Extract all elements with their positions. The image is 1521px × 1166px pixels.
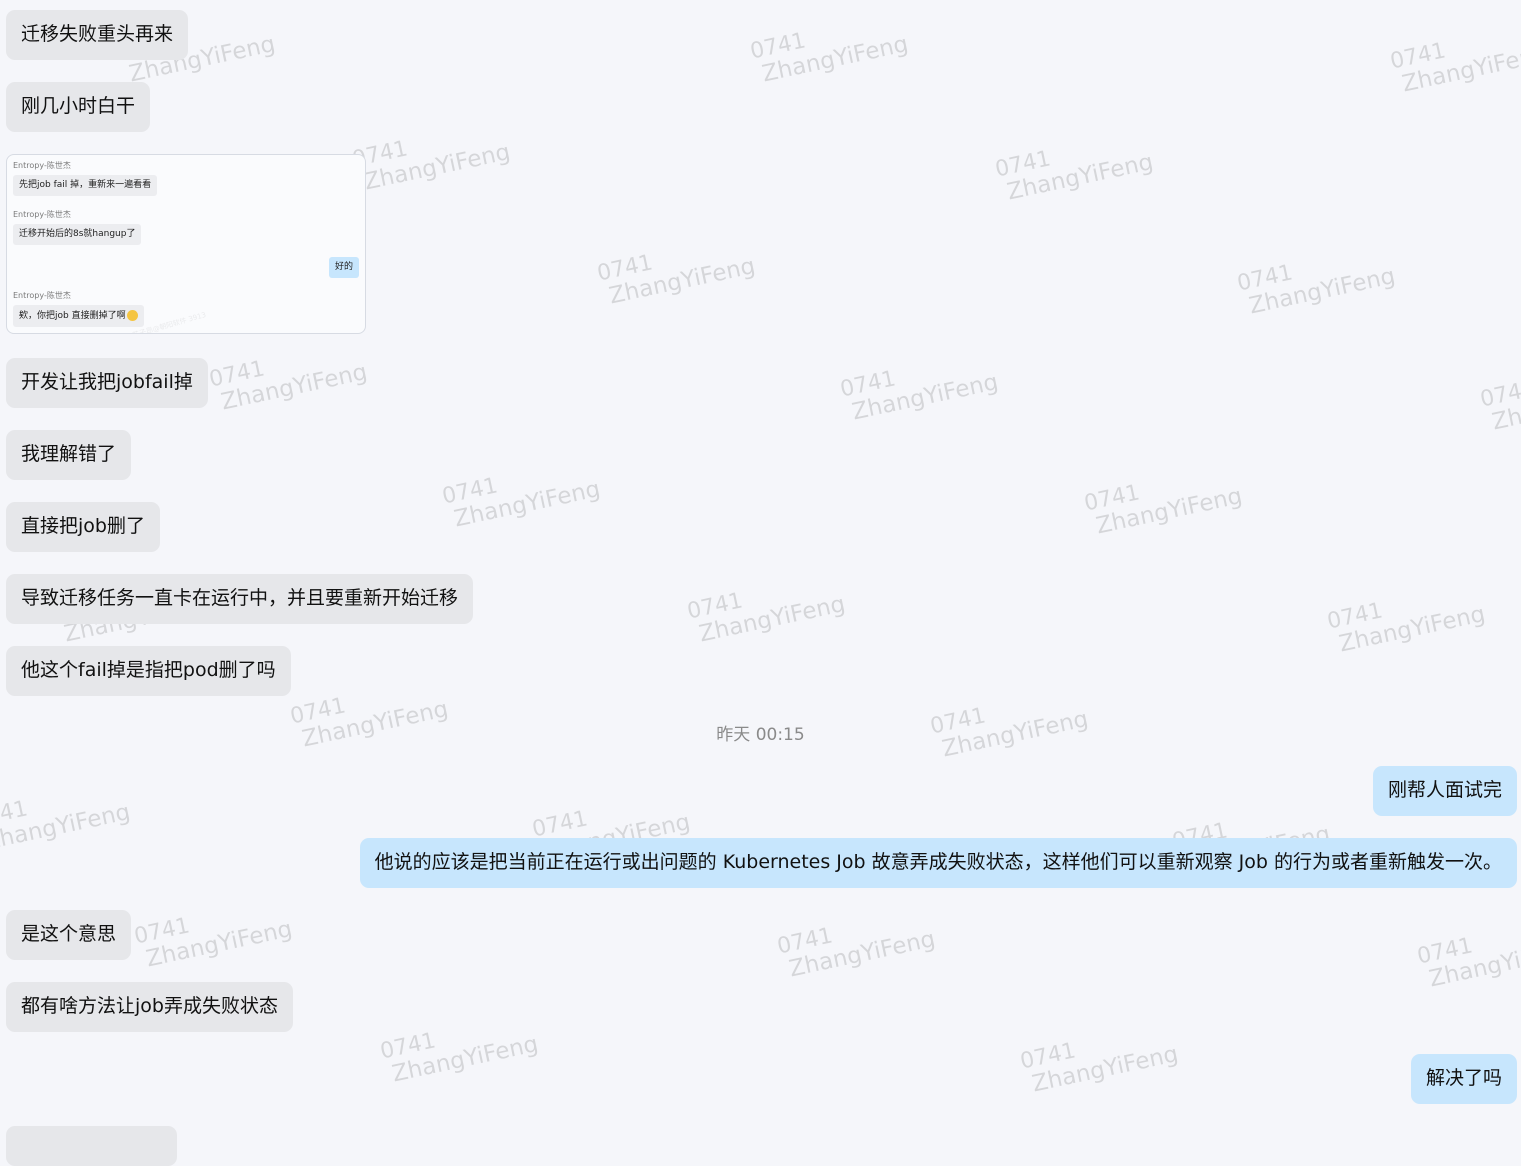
sender-name: Entropy-陈世杰 [13, 161, 71, 170]
embedded-reply: 好的 [328, 257, 359, 278]
message-bubble[interactable]: 解决了吗 [1410, 1054, 1517, 1104]
embedded-message: 迁移开始后的8s就hangup了 [13, 224, 142, 245]
sender-name: Entropy-陈世杰 [13, 291, 71, 300]
timestamp-divider: 昨天 00:15 [716, 725, 805, 745]
message-row: 他这个fail掉是指把pod删了吗 [6, 646, 1517, 696]
message-bubble[interactable]: 是这个意思 [6, 910, 132, 960]
message-row [6, 1126, 1517, 1166]
message-row: 直接把job删了 [6, 502, 1517, 552]
message-bubble[interactable]: 都有啥方法让job弄成失败状态 [6, 982, 293, 1032]
image-message[interactable]: Ziang Liu-苏子昂@朝阳软件 3913 Entropy-陈世杰 先把jo… [6, 154, 366, 334]
emoji-icon [126, 310, 138, 321]
message-row: 我理解错了 [6, 430, 1517, 480]
message-bubble[interactable]: 他这个fail掉是指把pod删了吗 [6, 646, 291, 696]
message-bubble[interactable]: 直接把job删了 [6, 502, 160, 552]
embedded-message: 欸，你把job 直接删掉了啊 [13, 305, 144, 327]
message-row: 解决了吗 [6, 1054, 1517, 1104]
message-bubble[interactable]: 我理解错了 [6, 430, 132, 480]
embedded-message: 先把job fail 掉，重新来一遍看看 [13, 175, 158, 196]
message-row: 他说的应该是把当前正在运行或出问题的 Kubernetes Job 故意弄成失败… [6, 838, 1517, 888]
message-row: 刚帮人面试完 [6, 766, 1517, 816]
message-row: 开发让我把jobfail掉 [6, 358, 1517, 408]
message-row: 导致迁移任务一直卡在运行中，并且要重新开始迁移 [6, 574, 1517, 624]
chat-message-list[interactable]: 迁移失败重头再来 刚几小时白干 Ziang Liu-苏子昂@朝阳软件 3913 … [0, 0, 1521, 1166]
message-bubble[interactable]: 迁移失败重头再来 [6, 10, 189, 60]
embedded-message-text: 欸，你把job 直接删掉了啊 [19, 311, 126, 321]
message-bubble[interactable]: 开发让我把jobfail掉 [6, 358, 208, 408]
message-bubble[interactable]: 刚帮人面试完 [1372, 766, 1517, 816]
sender-name: Entropy-陈世杰 [13, 210, 71, 219]
message-row: 刚几小时白干 [6, 82, 1517, 132]
message-bubble[interactable]: 导致迁移任务一直卡在运行中，并且要重新开始迁移 [6, 574, 474, 624]
message-row: 都有啥方法让job弄成失败状态 [6, 982, 1517, 1032]
message-row: 迁移失败重头再来 [6, 10, 1517, 60]
message-bubble[interactable]: 他说的应该是把当前正在运行或出问题的 Kubernetes Job 故意弄成失败… [359, 838, 1517, 888]
message-bubble[interactable] [6, 1126, 177, 1166]
message-row: 是这个意思 [6, 910, 1517, 960]
message-bubble[interactable]: 刚几小时白干 [6, 82, 151, 132]
